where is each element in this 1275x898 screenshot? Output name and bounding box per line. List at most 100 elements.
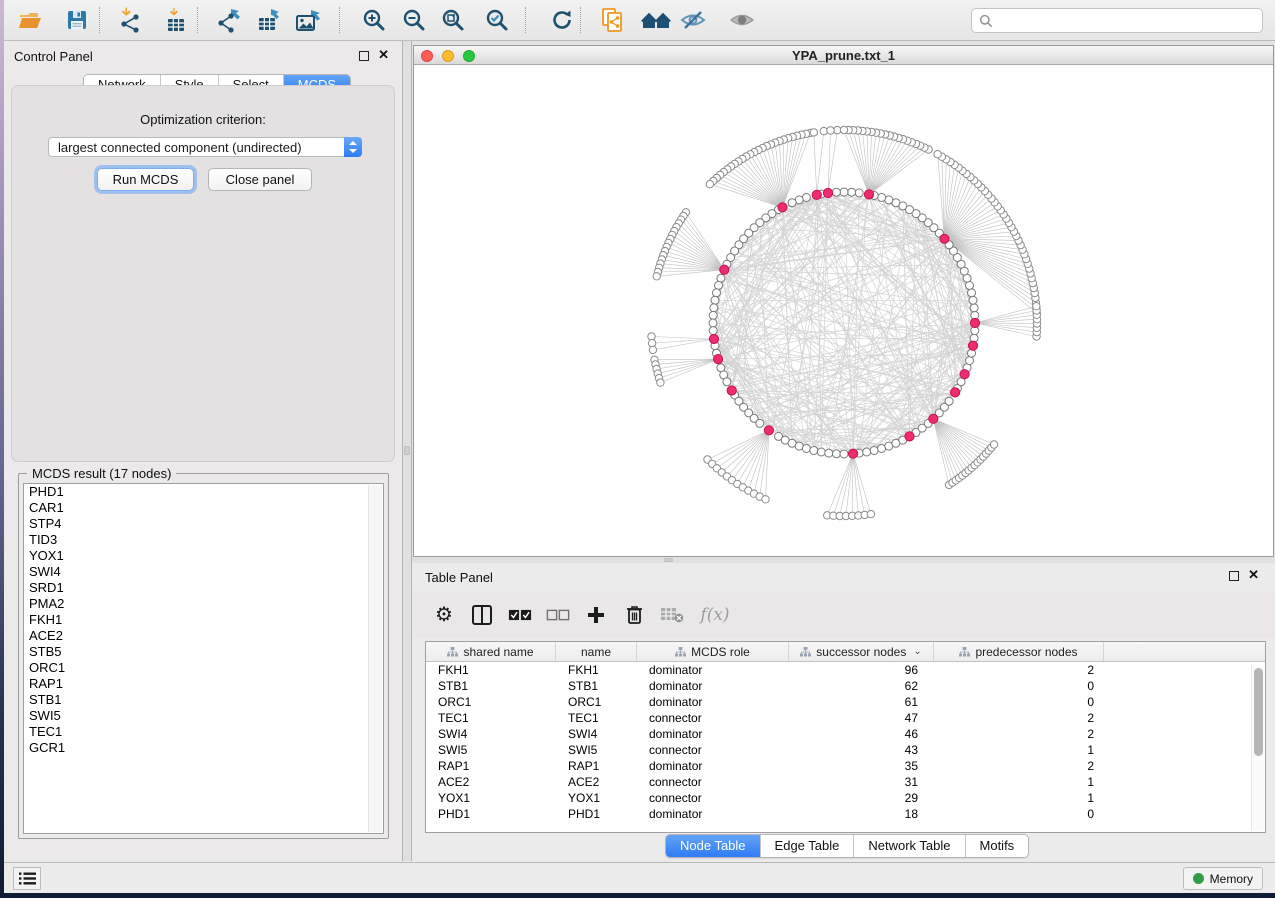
tab-network-table[interactable]: Network Table (854, 835, 965, 857)
cell-shared_name[interactable]: YOX1 (426, 790, 556, 806)
network-node[interactable] (709, 327, 717, 335)
show-all-icon[interactable] (724, 4, 760, 36)
network-node[interactable] (825, 449, 833, 457)
cell-successors[interactable]: 35 (789, 758, 934, 774)
network-hub-node[interactable] (720, 265, 729, 274)
network-leaf-node[interactable] (762, 496, 769, 503)
zoom-out-icon[interactable] (396, 4, 432, 36)
cell-name[interactable]: TEC1 (556, 710, 637, 726)
save-session-icon[interactable] (59, 4, 95, 36)
network-hub-node[interactable] (823, 188, 832, 197)
network-leaf-node[interactable] (840, 126, 847, 133)
table-row[interactable]: FKH1FKH1dominator962 (426, 662, 1265, 678)
network-hub-node[interactable] (905, 432, 914, 441)
mcds-result-item[interactable]: CAR1 (24, 500, 383, 516)
table-row[interactable]: ACE2ACE2connector311 (426, 774, 1265, 790)
network-node[interactable] (756, 419, 764, 427)
network-window-titlebar[interactable]: YPA_prune.txt_1 (414, 46, 1273, 65)
close-panel-icon[interactable]: ✕ (1248, 568, 1259, 582)
network-node[interactable] (840, 450, 848, 458)
cell-shared_name[interactable]: STB1 (426, 678, 556, 694)
mcds-result-item[interactable]: TID3 (24, 532, 383, 548)
split-columns-icon[interactable] (470, 604, 494, 626)
mcds-result-item[interactable]: RAP1 (24, 676, 383, 692)
node-table[interactable]: shared namenameMCDS rolesuccessor nodes⌄… (425, 641, 1266, 833)
deselect-all-checkboxes-icon[interactable] (546, 608, 570, 622)
network-leaf-node[interactable] (649, 346, 656, 353)
float-panel-icon[interactable] (359, 51, 369, 61)
table-row[interactable]: SWI5SWI5connector431 (426, 742, 1265, 758)
table-row[interactable]: YOX1YOX1connector291 (426, 790, 1265, 806)
cell-predecessors[interactable]: 1 (934, 774, 1104, 790)
cell-successors[interactable]: 31 (789, 774, 934, 790)
mcds-result-item[interactable]: FKH1 (24, 612, 383, 628)
cell-shared_name[interactable]: ACE2 (426, 774, 556, 790)
cell-successors[interactable]: 29 (789, 790, 934, 806)
first-neighbors-icon[interactable] (638, 4, 674, 36)
cell-successors[interactable]: 43 (789, 742, 934, 758)
cell-name[interactable]: STB1 (556, 678, 637, 694)
cell-role[interactable]: dominator (637, 726, 789, 742)
mcds-result-item[interactable]: STB1 (24, 692, 383, 708)
cell-shared_name[interactable]: ORC1 (426, 694, 556, 710)
mcds-result-item[interactable]: YOX1 (24, 548, 383, 564)
splitter-grip[interactable] (664, 558, 673, 562)
network-hub-node[interactable] (940, 234, 949, 243)
cell-predecessors[interactable]: 2 (934, 726, 1104, 742)
network-node[interactable] (788, 199, 796, 207)
network-leaf-node[interactable] (867, 510, 874, 517)
import-table-icon[interactable] (158, 4, 194, 36)
table-row[interactable]: PHD1PHD1dominator180 (426, 806, 1265, 822)
network-node[interactable] (817, 448, 825, 456)
cell-predecessors[interactable]: 2 (934, 662, 1104, 678)
cell-predecessors[interactable]: 2 (934, 710, 1104, 726)
close-panel-icon[interactable]: ✕ (378, 48, 389, 62)
network-hub-node[interactable] (960, 370, 969, 379)
network-leaf-node[interactable] (990, 441, 997, 448)
table-row[interactable]: STB1STB1dominator620 (426, 678, 1265, 694)
network-hub-node[interactable] (778, 203, 787, 212)
cell-shared_name[interactable]: FKH1 (426, 662, 556, 678)
table-row[interactable]: TEC1TEC1connector472 (426, 710, 1265, 726)
network-node[interactable] (945, 397, 953, 405)
export-table-icon[interactable] (250, 4, 286, 36)
cell-role[interactable]: dominator (637, 662, 789, 678)
zoom-in-icon[interactable] (356, 4, 392, 36)
network-node[interactable] (848, 188, 856, 196)
network-hub-node[interactable] (929, 414, 938, 423)
cell-successors[interactable]: 46 (789, 726, 934, 742)
settings-gear-icon[interactable]: ⚙ (432, 605, 456, 625)
cell-role[interactable]: connector (637, 742, 789, 758)
mcds-result-item[interactable]: ORC1 (24, 660, 383, 676)
network-hub-node[interactable] (709, 334, 718, 343)
cell-role[interactable]: connector (637, 774, 789, 790)
cell-role[interactable]: dominator (637, 806, 789, 822)
mcds-result-item[interactable]: GCR1 (24, 740, 383, 756)
cell-role[interactable]: dominator (637, 694, 789, 710)
cell-predecessors[interactable]: 2 (934, 758, 1104, 774)
mcds-result-item[interactable]: PHD1 (24, 484, 383, 500)
cell-successors[interactable]: 18 (789, 806, 934, 822)
zoom-selected-icon[interactable] (479, 4, 515, 36)
network-leaf-node[interactable] (706, 181, 713, 188)
mcds-result-list[interactable]: PHD1CAR1STP4TID3YOX1SWI4SRD1PMA2FKH1ACE2… (23, 483, 384, 834)
cell-successors[interactable]: 96 (789, 662, 934, 678)
network-hub-node[interactable] (812, 190, 821, 199)
cell-name[interactable]: PHD1 (556, 806, 637, 822)
criterion-dropdown[interactable]: largest connected component (undirected) (48, 137, 362, 157)
column-header-MCDS-role[interactable]: MCDS role (637, 642, 789, 661)
network-node[interactable] (709, 311, 717, 319)
mcds-result-item[interactable]: SWI4 (24, 564, 383, 580)
network-node[interactable] (715, 281, 723, 289)
run-mcds-button[interactable]: Run MCDS (97, 168, 194, 191)
tab-edge-table[interactable]: Edge Table (761, 835, 855, 857)
network-node[interactable] (968, 289, 976, 297)
mcds-list-scrollbar[interactable] (368, 485, 382, 832)
network-node[interactable] (870, 447, 878, 455)
cell-role[interactable]: connector (637, 790, 789, 806)
network-canvas[interactable] (414, 65, 1273, 556)
cell-shared_name[interactable]: SWI4 (426, 726, 556, 742)
cell-successors[interactable]: 62 (789, 678, 934, 694)
cell-name[interactable]: SWI5 (556, 742, 637, 758)
mcds-result-item[interactable]: SWI5 (24, 708, 383, 724)
